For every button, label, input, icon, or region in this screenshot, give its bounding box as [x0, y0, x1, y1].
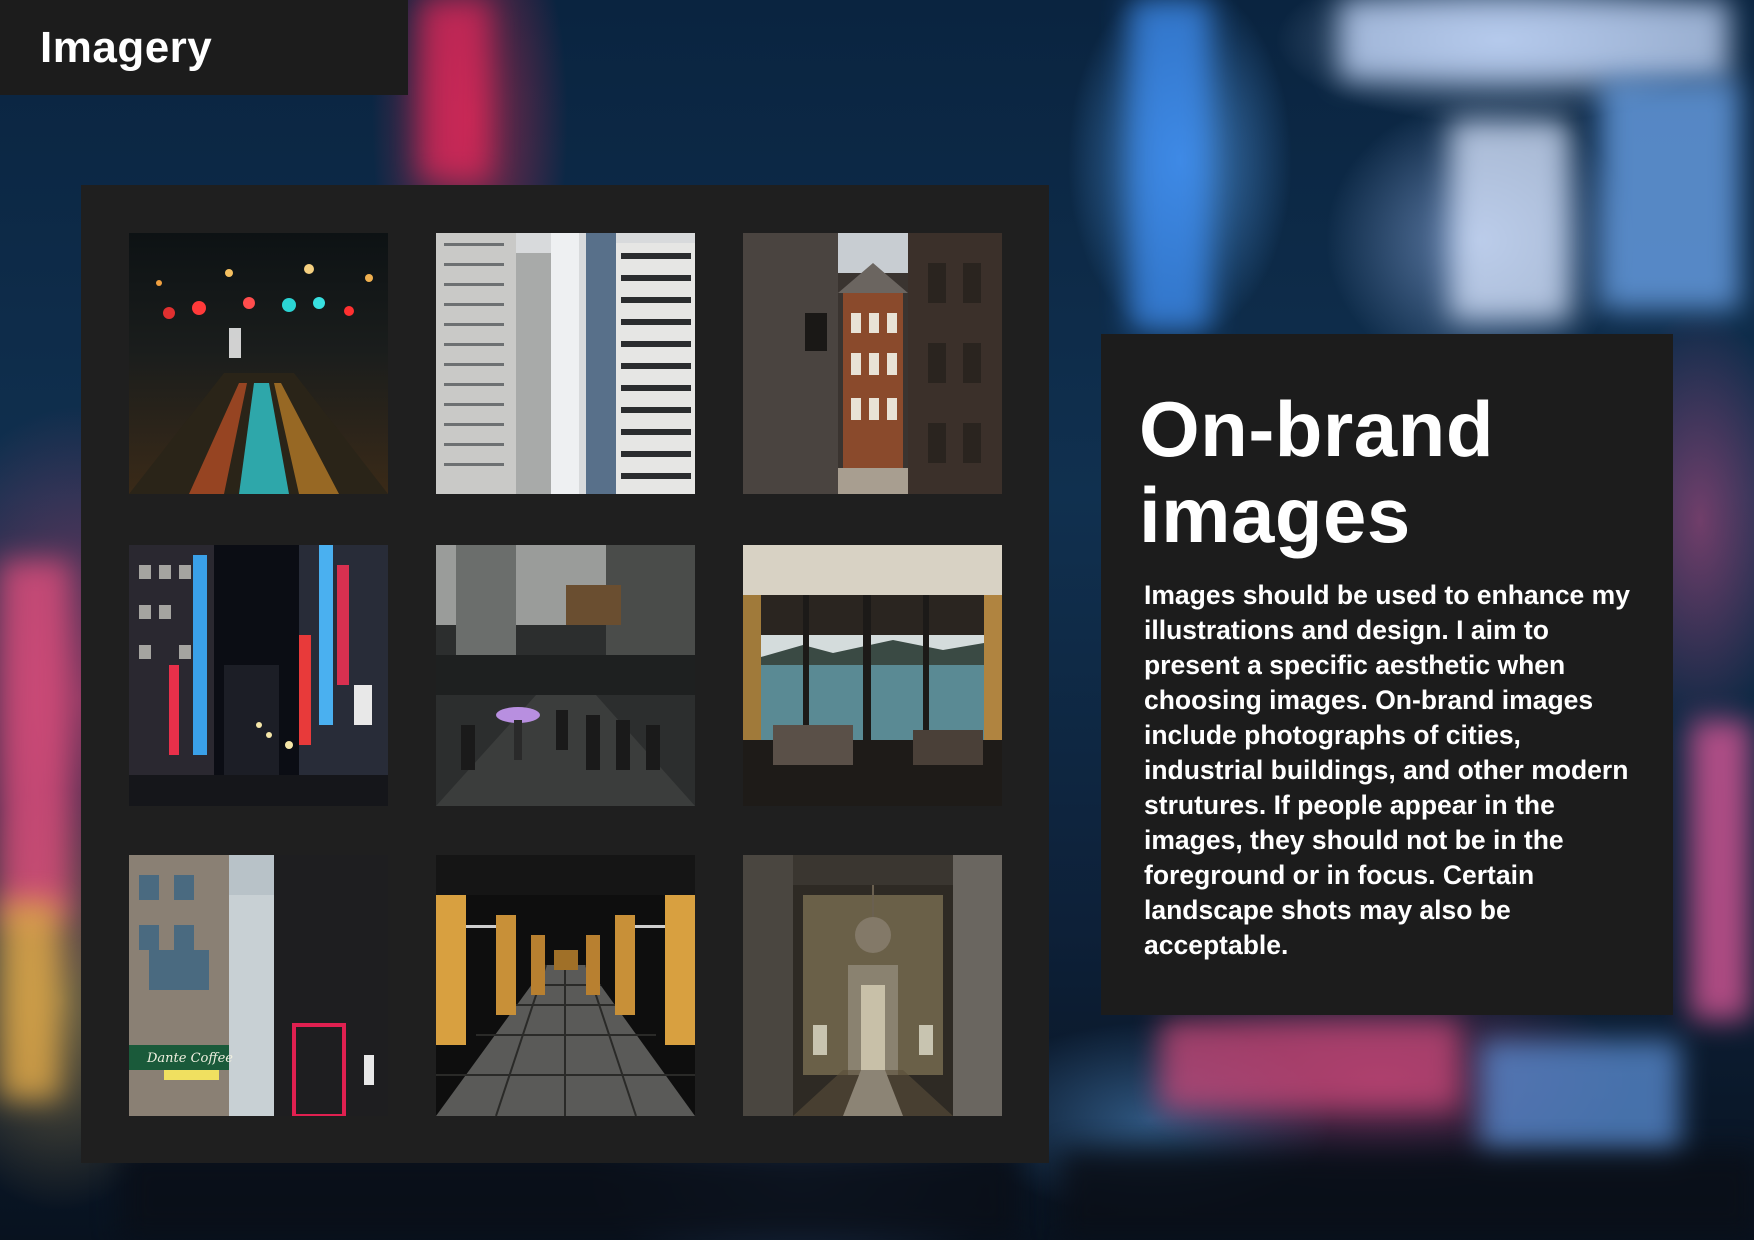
section-title-tab: Imagery: [0, 0, 408, 95]
on-brand-images-card: On-brand images Images should be used to…: [1101, 334, 1673, 1015]
photo-skyscrapers: [436, 233, 695, 494]
photo-chandelier-hallway: [743, 855, 1002, 1116]
photo-umbrella-street: [436, 545, 695, 806]
section-title: Imagery: [40, 22, 213, 72]
photo-gallery: Dante Coffee: [81, 185, 1049, 1163]
photo-cafe-street: Dante Coffee: [129, 855, 388, 1116]
photo-subway-corridor: [436, 855, 695, 1116]
card-heading: On-brand images: [1139, 385, 1494, 559]
photo-lake-view-lounge: [743, 545, 1002, 806]
photo-neon-street-night: [129, 545, 388, 806]
photo-brick-building-alley: [743, 233, 1002, 494]
card-body: Images should be used to enhance my illu…: [1144, 580, 1630, 960]
cafe-sign-text: Dante Coffee: [146, 1051, 233, 1066]
photo-rainy-street-night: [129, 233, 388, 494]
